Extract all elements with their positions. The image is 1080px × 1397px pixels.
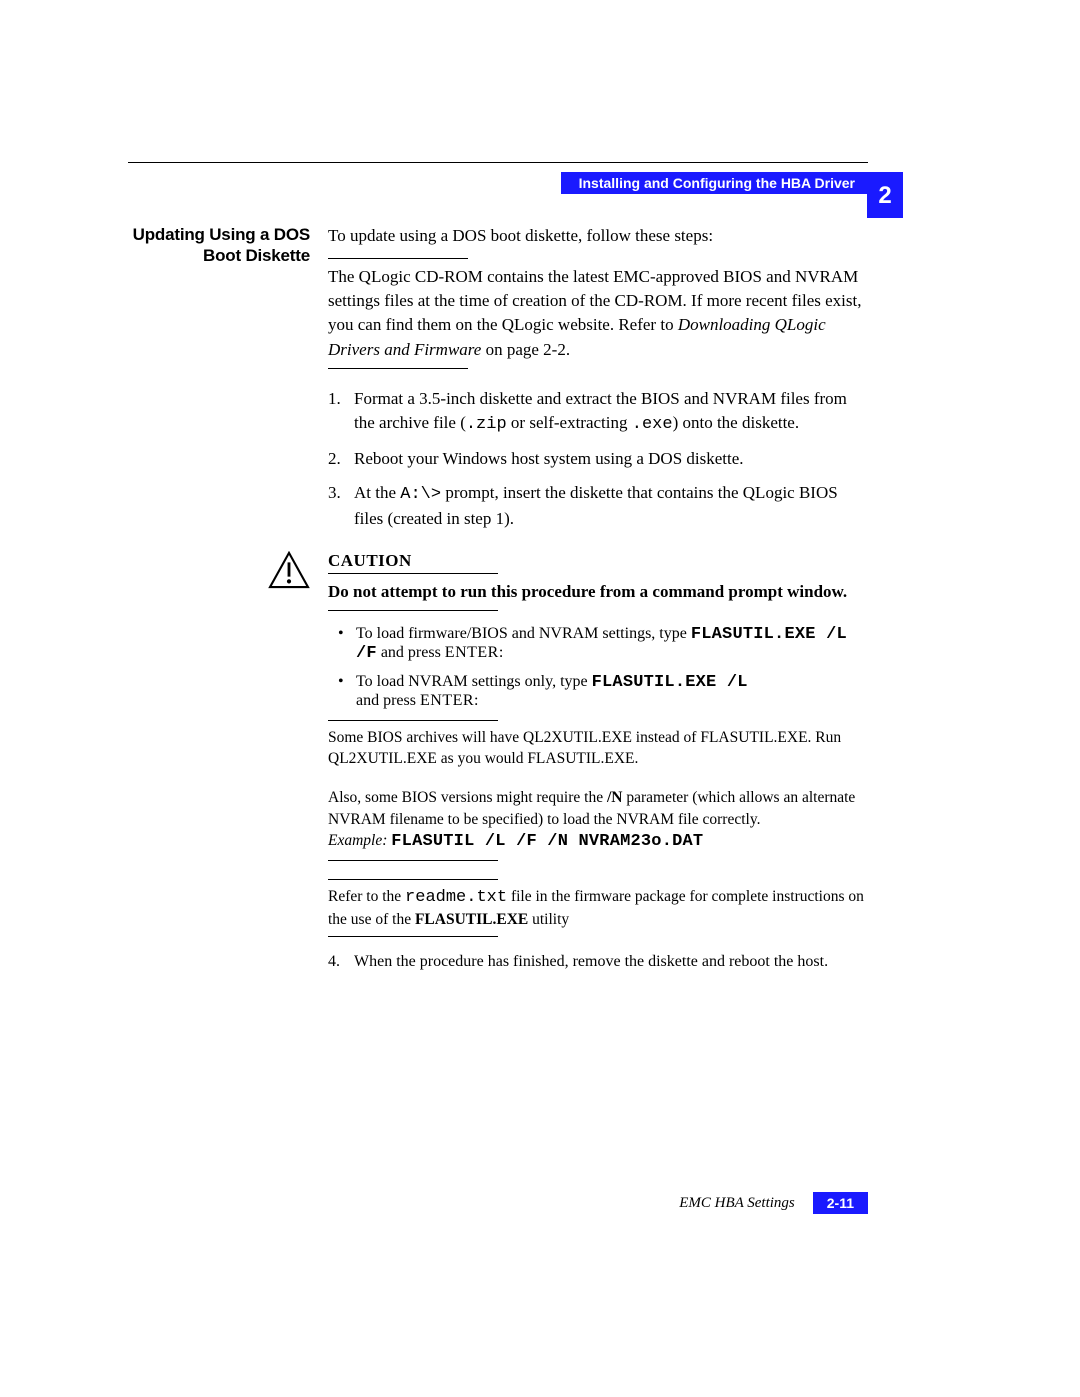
- caution-title: CAUTION: [328, 551, 868, 571]
- example-command: FLASUTIL /L /F /N NVRAM23o.DAT: [391, 832, 703, 851]
- divider: [328, 368, 468, 369]
- note-readme: Refer to the readme.txt file in the firm…: [328, 886, 868, 931]
- intro-text: To update using a DOS boot diskette, fol…: [328, 224, 868, 248]
- divider: [328, 573, 498, 574]
- footer-section-title: EMC HBA Settings: [679, 1195, 795, 1212]
- code-prompt: A:\>: [400, 485, 441, 504]
- example-line: Example: FLASUTIL /L /F /N NVRAM23o.DAT: [328, 830, 868, 853]
- note-ql2xutil: Some BIOS archives will have QL2XUTIL.EX…: [328, 727, 868, 770]
- step-1: Format a 3.5-inch diskette and extract t…: [328, 387, 868, 437]
- util-name: FLASUTIL.EXE: [415, 911, 528, 928]
- param-n: /N: [607, 789, 623, 806]
- code-zip: .zip: [466, 415, 507, 434]
- footer: EMC HBA Settings 2-11: [128, 1192, 868, 1214]
- chapter-tab: 2: [867, 172, 903, 218]
- divider: [328, 860, 498, 861]
- note-qlogic-cd: The QLogic CD-ROM contains the latest EM…: [328, 265, 868, 362]
- content-area: Updating Using a DOS Boot Diskette To up…: [128, 224, 868, 993]
- note-text: Refer to the: [328, 888, 405, 905]
- note-text: Also, some BIOS versions might require t…: [328, 789, 607, 806]
- note-text-tail: on page 2-2.: [481, 340, 570, 359]
- bullet-load-firmware: To load firmware/BIOS and NVRAM settings…: [328, 625, 868, 663]
- key-enter: ENTER: [445, 644, 499, 661]
- page: Installing and Configuring the HBA Drive…: [0, 0, 1080, 1397]
- note-text: utility: [528, 911, 569, 928]
- steps-list-cont: When the procedure has finished, remove …: [328, 953, 868, 971]
- bullet-text: and press: [377, 644, 445, 661]
- code-readme: readme.txt: [405, 888, 507, 907]
- step-text: ) onto the diskette.: [673, 413, 800, 432]
- note-n-parameter: Also, some BIOS versions might require t…: [328, 787, 868, 830]
- footer-page-number: 2-11: [813, 1192, 868, 1214]
- caution-icon: [268, 551, 310, 589]
- bullet-list: To load firmware/BIOS and NVRAM settings…: [328, 625, 868, 710]
- step-4: When the procedure has finished, remove …: [328, 953, 868, 971]
- divider: [328, 879, 498, 880]
- bullet-text: and press: [356, 692, 420, 709]
- bullet-text: :: [474, 692, 478, 709]
- bullet-text: :: [499, 644, 503, 661]
- caution-icon-column: [128, 551, 328, 589]
- example-label: Example:: [328, 832, 391, 849]
- key-enter: ENTER: [420, 692, 474, 709]
- code-exe: .exe: [632, 415, 673, 434]
- divider: [328, 258, 468, 259]
- code-command: FLASUTIL.EXE /L: [592, 673, 748, 692]
- step-text: At the: [354, 483, 400, 502]
- top-rule: [128, 162, 868, 163]
- step-text: or self-extracting: [507, 413, 632, 432]
- bullet-load-nvram: To load NVRAM settings only, type FLASUT…: [328, 673, 868, 710]
- running-header: Installing and Configuring the HBA Drive…: [561, 172, 867, 194]
- divider: [328, 936, 498, 937]
- side-heading: Updating Using a DOS Boot Diskette: [128, 224, 328, 267]
- caution-text: Do not attempt to run this procedure fro…: [328, 580, 868, 603]
- bullet-text: To load firmware/BIOS and NVRAM settings…: [356, 625, 691, 642]
- section: Updating Using a DOS Boot Diskette To up…: [128, 224, 868, 545]
- steps-list: Format a 3.5-inch diskette and extract t…: [328, 387, 868, 532]
- caution-block: CAUTION Do not attempt to run this proce…: [128, 551, 868, 985]
- divider: [328, 610, 498, 611]
- step-3: At the A:\> prompt, insert the diskette …: [328, 481, 868, 531]
- body-column: To update using a DOS boot diskette, fol…: [328, 224, 868, 545]
- bullet-text: To load NVRAM settings only, type: [356, 673, 592, 690]
- divider: [328, 720, 498, 721]
- step-2: Reboot your Windows host system using a …: [328, 447, 868, 471]
- caution-body: CAUTION Do not attempt to run this proce…: [328, 551, 868, 985]
